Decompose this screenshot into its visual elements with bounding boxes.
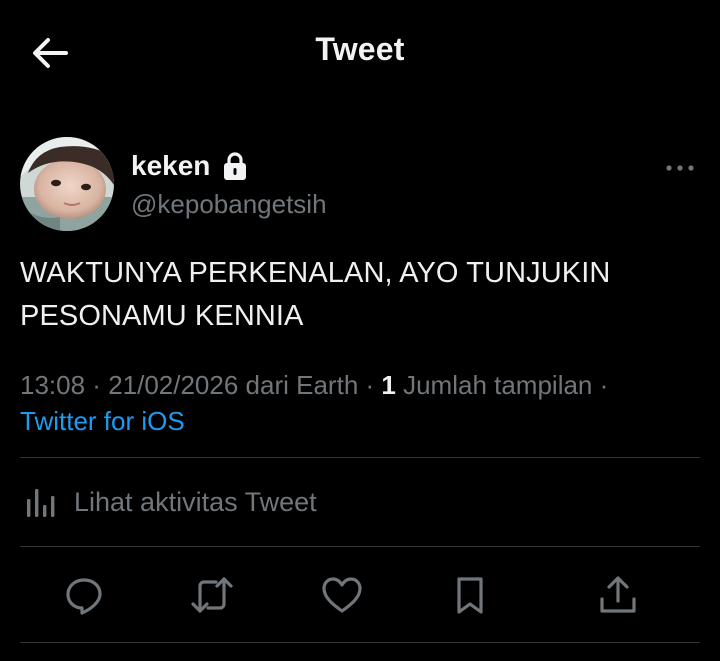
reply-button[interactable] xyxy=(62,573,106,617)
tweet-text-line: PESONAMU KENNIA xyxy=(20,300,304,332)
retweet-arrows-icon xyxy=(190,575,234,615)
heart-icon xyxy=(321,575,363,615)
reply-bubble-icon xyxy=(64,575,104,615)
tweet-time[interactable]: 13:08 xyxy=(20,370,85,400)
views-count: 1 xyxy=(381,370,396,400)
bookmark-icon xyxy=(452,575,488,615)
tweet-date[interactable]: 21/02/2026 xyxy=(108,370,238,400)
views-label: Jumlah tampilan xyxy=(395,370,593,400)
activity-label: Lihat aktivitas Tweet xyxy=(74,486,317,517)
tweet-text-line: WAKTUNYA PERKENALAN, AYO TUNJUKIN xyxy=(20,257,611,289)
tweet-metadata: 13:08 · 21/02/2026 dari Earth · 1 Jumlah… xyxy=(20,367,710,439)
tweet-author: keken @kepobangetsih xyxy=(20,137,700,232)
tweet-text: WAKTUNYA PERKENALAN, AYO TUNJUKIN PESONA… xyxy=(20,252,700,338)
tweet-source-link[interactable]: Twitter for iOS xyxy=(20,406,185,436)
top-bar: Tweet xyxy=(0,0,720,106)
like-button[interactable] xyxy=(320,573,364,617)
analytics-bars-icon xyxy=(24,485,60,519)
user-handle[interactable]: @kepobangetsih xyxy=(131,189,327,220)
view-tweet-activity-button[interactable]: Lihat aktivitas Tweet xyxy=(20,458,700,546)
meta-separator: · xyxy=(592,370,609,400)
divider xyxy=(20,642,700,643)
meta-separator: · xyxy=(358,370,382,400)
retweet-button[interactable] xyxy=(190,573,234,617)
meta-separator: · xyxy=(85,370,109,400)
more-options-button[interactable] xyxy=(660,153,700,183)
tweet-actions-bar xyxy=(20,547,700,642)
avatar[interactable] xyxy=(20,137,114,231)
share-upload-icon xyxy=(598,575,638,615)
bookmark-button[interactable] xyxy=(448,573,492,617)
tweet-location: dari Earth xyxy=(238,370,359,400)
share-button[interactable] xyxy=(596,573,640,617)
display-name[interactable]: keken xyxy=(131,150,210,182)
more-horizontal-icon xyxy=(665,164,695,172)
display-name-row: keken xyxy=(131,149,248,183)
page-title: Tweet xyxy=(315,31,405,67)
lock-icon xyxy=(222,151,248,181)
